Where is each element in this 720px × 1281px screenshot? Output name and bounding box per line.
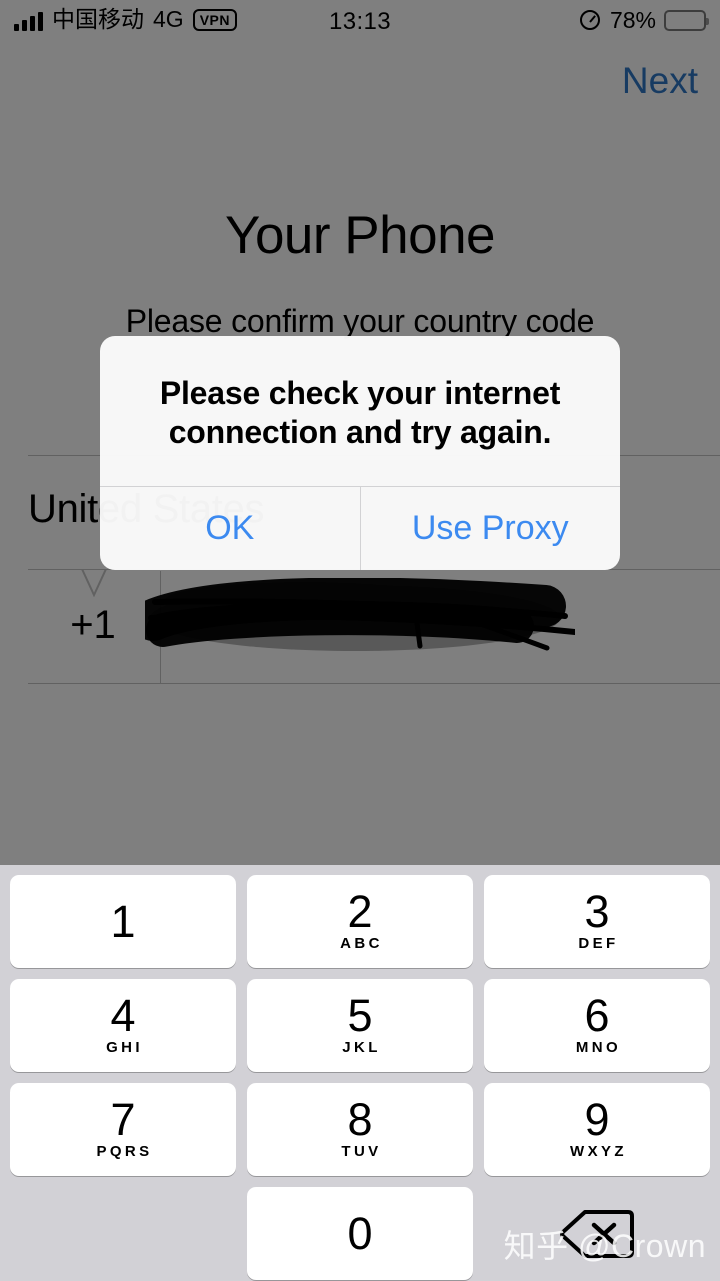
- key-6[interactable]: 6 MNO: [484, 979, 710, 1072]
- alert-body: Please check your internet connection an…: [100, 336, 620, 486]
- key-letters: JKL: [342, 1039, 381, 1056]
- key-digit: 9: [584, 1094, 610, 1145]
- alert-button-row: OK Use Proxy: [100, 486, 621, 571]
- numeric-keypad: 1 2 ABC 3 DEF 4 GHI 5 JKL 6 MNO 7 PQRS 8…: [0, 865, 720, 1281]
- key-digit: 4: [110, 990, 136, 1041]
- key-digit: 3: [584, 886, 610, 937]
- key-9[interactable]: 9 WXYZ: [484, 1083, 710, 1176]
- key-letters: WXYZ: [570, 1143, 627, 1160]
- key-letters: MNO: [575, 1039, 622, 1056]
- key-letters: TUV: [341, 1143, 382, 1160]
- key-5[interactable]: 5 JKL: [247, 979, 473, 1072]
- key-blank-left: [10, 1187, 236, 1280]
- key-digit: 8: [347, 1094, 373, 1145]
- keypad-row: 0: [10, 1187, 710, 1280]
- key-digit: 0: [347, 1207, 373, 1259]
- key-digit: 6: [584, 990, 610, 1041]
- key-3[interactable]: 3 DEF: [484, 875, 710, 968]
- key-1[interactable]: 1: [10, 875, 236, 968]
- keypad-row: 7 PQRS 8 TUV 9 WXYZ: [10, 1083, 710, 1176]
- key-digit: 1: [110, 895, 136, 947]
- key-4[interactable]: 4 GHI: [10, 979, 236, 1072]
- use-proxy-button[interactable]: Use Proxy: [359, 487, 621, 571]
- alert-message: Please check your internet connection an…: [159, 375, 561, 451]
- key-digit: 7: [110, 1094, 136, 1145]
- key-letters: PQRS: [96, 1143, 153, 1160]
- phone-screen: 中国移动 4G VPN 13:13 78% Next Your Phone Pl…: [0, 0, 720, 1281]
- key-letters: GHI: [106, 1039, 143, 1056]
- key-0[interactable]: 0: [247, 1187, 473, 1280]
- key-backspace[interactable]: [484, 1187, 710, 1280]
- key-digit: 5: [347, 990, 373, 1041]
- key-2[interactable]: 2 ABC: [247, 875, 473, 968]
- key-8[interactable]: 8 TUV: [247, 1083, 473, 1176]
- backspace-icon: [560, 1208, 634, 1260]
- ok-button[interactable]: OK: [100, 487, 360, 570]
- key-7[interactable]: 7 PQRS: [10, 1083, 236, 1176]
- key-digit: 2: [347, 886, 373, 937]
- keypad-row: 4 GHI 5 JKL 6 MNO: [10, 979, 710, 1072]
- alert-dialog: Please check your internet connection an…: [100, 336, 621, 571]
- key-letters: ABC: [340, 935, 383, 952]
- key-letters: DEF: [578, 935, 619, 952]
- keypad-row: 1 2 ABC 3 DEF: [10, 875, 710, 968]
